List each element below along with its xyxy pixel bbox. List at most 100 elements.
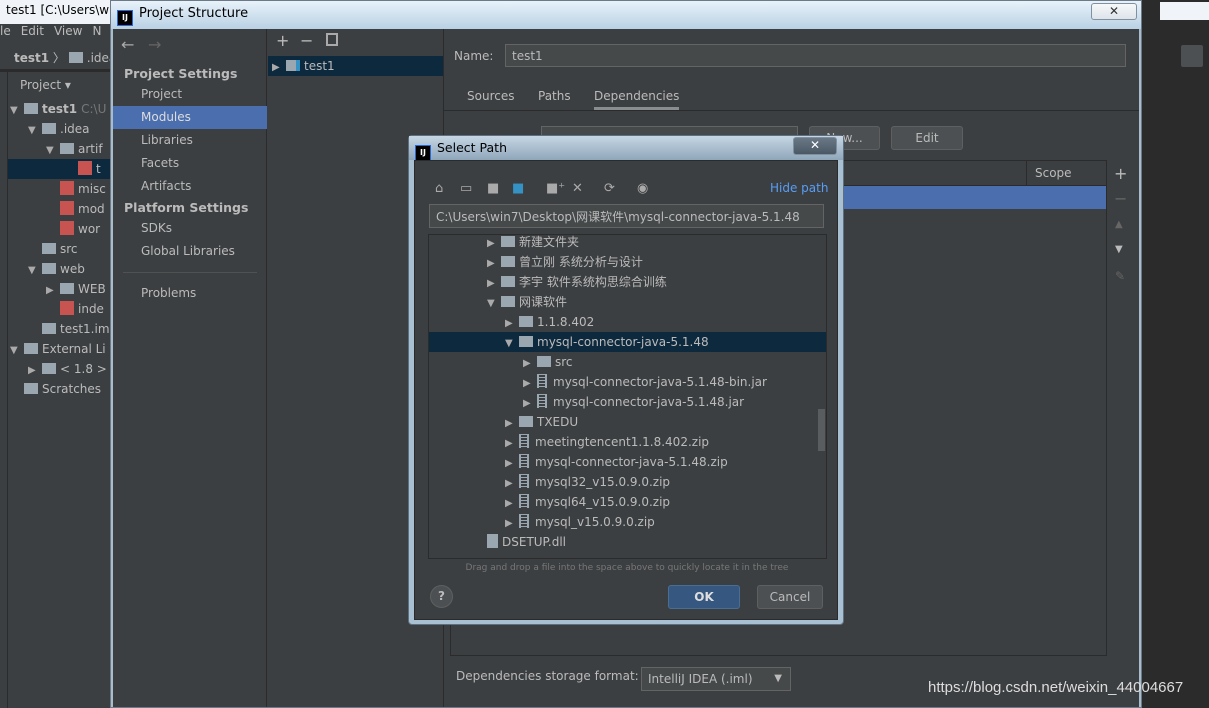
move-down-icon[interactable]: ▼ xyxy=(1115,244,1123,255)
menu-view[interactable]: View xyxy=(54,24,82,38)
project-structure-icon[interactable] xyxy=(1181,45,1203,67)
project-view-selector[interactable]: Project ▾ xyxy=(8,75,112,95)
add-dependency-icon[interactable]: + xyxy=(1114,164,1127,183)
menu-navigate[interactable]: N xyxy=(92,24,101,38)
expand-arrow-icon[interactable]: ▶ xyxy=(487,254,501,274)
file-tree-item[interactable]: ▶ meetingtencent1.1.8.402.zip xyxy=(429,432,826,452)
edit-sdk-button[interactable]: Edit xyxy=(891,126,963,150)
nav-item-problems[interactable]: Problems xyxy=(113,282,267,305)
file-tree-item[interactable]: ▶ TXEDU xyxy=(429,412,826,432)
nav-item-artifacts[interactable]: Artifacts xyxy=(113,175,267,198)
expand-arrow-icon[interactable]: ▶ xyxy=(505,414,519,434)
expand-arrow-icon[interactable]: ▶ xyxy=(505,314,519,334)
expand-arrow-icon[interactable]: ▶ xyxy=(487,235,501,254)
project-tree-item[interactable]: mod xyxy=(8,199,112,219)
file-tree-item[interactable]: ▶ src xyxy=(429,352,826,372)
module-item[interactable]: ▶ test1 xyxy=(268,56,443,76)
file-tree-item[interactable]: ▶ 1.1.8.402 xyxy=(429,312,826,332)
help-button[interactable]: ? xyxy=(430,585,453,608)
expand-arrow-icon[interactable]: ▼ xyxy=(487,294,501,314)
forward-arrow-icon[interactable]: → xyxy=(148,35,161,54)
project-tree-item[interactable]: ▶ < 1.8 > xyxy=(8,359,112,379)
project-tree-item[interactable]: misc xyxy=(8,179,112,199)
nav-item-modules[interactable]: Modules xyxy=(113,106,267,129)
home-icon[interactable]: ⌂ xyxy=(435,181,443,196)
ok-button[interactable]: OK xyxy=(668,585,740,609)
project-tree-item[interactable]: ▶ WEB xyxy=(8,279,112,299)
path-input[interactable] xyxy=(429,204,824,228)
file-tree-item[interactable]: ▼ 网课软件 xyxy=(429,292,826,312)
tab-dependencies[interactable]: Dependencies xyxy=(594,89,680,110)
expand-arrow-icon[interactable]: ▶ xyxy=(272,58,286,78)
expand-arrow-icon[interactable]: ▼ xyxy=(10,101,24,121)
new-folder-icon[interactable]: ■⁺ xyxy=(546,181,565,196)
file-tree-item[interactable]: ▶ mysql-connector-java-5.1.48.zip xyxy=(429,452,826,472)
project-tree-item[interactable]: ▼ .idea xyxy=(8,119,112,139)
close-dialog-button[interactable]: ✕ xyxy=(793,137,837,155)
project-tree-item[interactable]: ▼ External Li xyxy=(8,339,112,359)
file-tree-item[interactable]: ▶ mysql32_v15.0.9.0.zip xyxy=(429,472,826,492)
tab-sources[interactable]: Sources xyxy=(467,89,514,103)
expand-arrow-icon[interactable]: ▶ xyxy=(523,354,537,374)
file-tree-item[interactable]: ▶ 新建文件夹 xyxy=(429,235,826,254)
delete-icon[interactable]: ✕ xyxy=(572,181,583,196)
storage-format-dropdown[interactable]: IntelliJ IDEA (.iml) ▼ xyxy=(641,667,791,691)
back-arrow-icon[interactable]: ← xyxy=(121,35,134,54)
expand-arrow-icon[interactable]: ▶ xyxy=(505,474,519,494)
project-tree-item[interactable]: Scratches xyxy=(8,379,112,399)
expand-arrow-icon[interactable]: ▼ xyxy=(10,341,24,361)
project-tree-item[interactable]: wor xyxy=(8,219,112,239)
copy-icon[interactable] xyxy=(326,33,338,46)
ide-window-controls[interactable] xyxy=(1160,2,1209,20)
file-tree-item[interactable]: ▼ mysql-connector-java-5.1.48 xyxy=(429,332,826,352)
project-folder-icon[interactable]: ■ xyxy=(487,181,499,196)
scope-column-header[interactable]: Scope xyxy=(1026,161,1072,186)
file-tree-item[interactable]: ▶ mysql_v15.0.9.0.zip xyxy=(429,512,826,532)
project-tree-item[interactable]: t xyxy=(8,159,112,179)
expand-arrow-icon[interactable]: ▼ xyxy=(46,141,60,161)
remove-icon[interactable]: − xyxy=(300,31,313,50)
desktop-icon[interactable]: ▭ xyxy=(460,181,472,196)
expand-arrow-icon[interactable]: ▶ xyxy=(505,454,519,474)
nav-item-global-libraries[interactable]: Global Libraries xyxy=(113,240,267,263)
move-up-icon[interactable]: ▲ xyxy=(1115,219,1123,230)
add-icon[interactable]: + xyxy=(276,31,289,50)
breadcrumb-item[interactable]: .idea xyxy=(87,51,112,65)
project-tree-item[interactable]: src xyxy=(8,239,112,259)
expand-arrow-icon[interactable]: ▼ xyxy=(505,334,519,354)
expand-arrow-icon[interactable]: ▼ xyxy=(28,121,42,141)
file-tree-item[interactable]: DSETUP.dll xyxy=(429,532,826,552)
file-tree-item[interactable]: ▶ 曾立刚 系统分析与设计 xyxy=(429,252,826,272)
hide-path-link[interactable]: Hide path xyxy=(770,181,828,195)
remove-dependency-icon[interactable]: − xyxy=(1114,189,1127,208)
module-folder-icon[interactable]: ■ xyxy=(512,181,524,196)
expand-arrow-icon[interactable]: ▶ xyxy=(505,514,519,534)
expand-arrow-icon[interactable]: ▼ xyxy=(28,261,42,281)
expand-arrow-icon[interactable]: ▶ xyxy=(523,394,537,414)
project-tree-item[interactable]: ▼ web xyxy=(8,259,112,279)
menu-edit[interactable]: Edit xyxy=(21,24,44,38)
nav-item-project[interactable]: Project xyxy=(113,83,267,106)
show-hidden-icon[interactable]: ◉ xyxy=(637,181,648,196)
file-tree-item[interactable]: ▶ mysql-connector-java-5.1.48.jar xyxy=(429,392,826,412)
expand-arrow-icon[interactable]: ▶ xyxy=(46,281,60,301)
expand-arrow-icon[interactable]: ▶ xyxy=(28,361,42,381)
file-tree-item[interactable]: ▶ mysql-connector-java-5.1.48-bin.jar xyxy=(429,372,826,392)
breadcrumb-item[interactable]: test1 xyxy=(14,51,49,65)
file-tree-item[interactable]: ▶ 李宇 软件系统构思综合训练 xyxy=(429,272,826,292)
expand-arrow-icon[interactable]: ▶ xyxy=(523,374,537,394)
module-name-input[interactable] xyxy=(505,44,1126,67)
nav-item-sdks[interactable]: SDKs xyxy=(113,217,267,240)
project-tree-item[interactable]: test1.im xyxy=(8,319,112,339)
file-tree-item[interactable]: ▶ mysql64_v15.0.9.0.zip xyxy=(429,492,826,512)
project-tree-item[interactable]: ▼ artif xyxy=(8,139,112,159)
edit-icon[interactable]: ✎ xyxy=(1115,269,1125,283)
menu-file[interactable]: le xyxy=(0,24,11,38)
expand-arrow-icon[interactable]: ▶ xyxy=(505,494,519,514)
nav-item-facets[interactable]: Facets xyxy=(113,152,267,175)
nav-item-libraries[interactable]: Libraries xyxy=(113,129,267,152)
project-tree-item[interactable]: ▼ test1 C:\U xyxy=(8,99,112,119)
expand-arrow-icon[interactable]: ▶ xyxy=(505,434,519,454)
expand-arrow-icon[interactable]: ▶ xyxy=(487,274,501,294)
tree-scrollbar[interactable] xyxy=(818,409,825,451)
